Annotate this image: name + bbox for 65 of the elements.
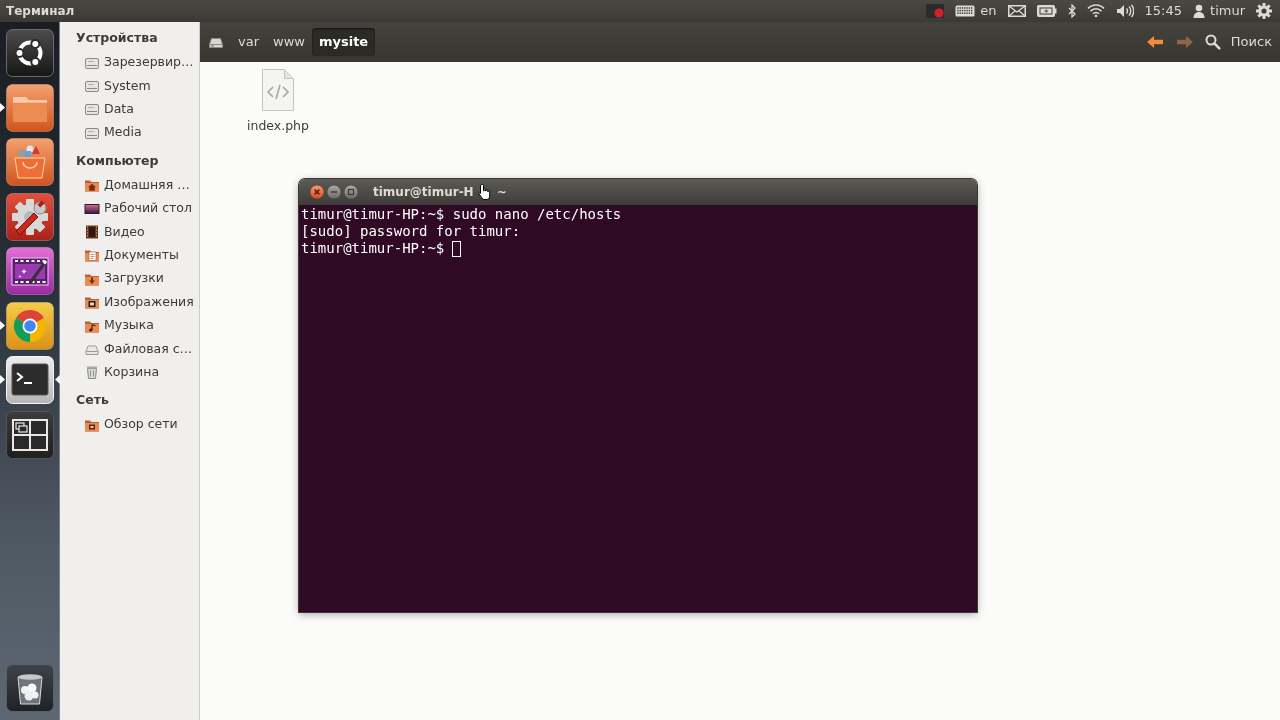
- maximize-icon: [344, 185, 358, 199]
- keyboard-icon: [955, 5, 976, 17]
- sidebar-item[interactable]: Рабочий стол: [60, 196, 199, 221]
- sidebar-item[interactable]: Файловая с…: [60, 337, 199, 361]
- terminal-line: timur@timur-HP:~$: [301, 240, 445, 257]
- sidebar-item[interactable]: Media: [60, 121, 199, 145]
- close-icon: [310, 185, 324, 199]
- minimize-icon: [327, 185, 341, 199]
- terminal-line: timur@timur-HP:~$ sudo nano /etc/hosts: [301, 206, 623, 223]
- terminal-icon[interactable]: [6, 356, 54, 404]
- shopping-bag-icon[interactable]: [6, 138, 54, 186]
- code-file-icon: [261, 68, 295, 112]
- path-button[interactable]: var: [231, 28, 266, 56]
- sidebar-item[interactable]: Обзор сети: [60, 413, 199, 437]
- sidebar-item[interactable]: Зарезервир…: [60, 51, 199, 75]
- gear-icon: [1256, 3, 1272, 19]
- folder-icon[interactable]: [6, 83, 54, 132]
- trash-icon: [84, 364, 100, 381]
- mail-icon: [1007, 5, 1026, 17]
- app-title: Терминал: [6, 3, 75, 20]
- sidebar-item[interactable]: Документы: [60, 243, 199, 268]
- window-title: ~: [496, 184, 507, 201]
- section-heading: Устройства: [75, 29, 159, 47]
- minimize-button[interactable]: [327, 185, 341, 199]
- maximize-button[interactable]: [344, 185, 358, 199]
- user-menu[interactable]: timur: [1193, 3, 1245, 19]
- file-item[interactable]: index.php: [244, 68, 312, 138]
- terminal-line: [sudo] password for timur:: [301, 223, 522, 240]
- bluetooth-icon: [1067, 4, 1076, 18]
- clock[interactable]: 15:45: [1144, 3, 1183, 19]
- drive-icon: [208, 35, 224, 49]
- close-button[interactable]: [310, 185, 324, 199]
- volume-icon: [1115, 4, 1134, 18]
- wrench-gear-icon[interactable]: [6, 192, 54, 241]
- block-cursor-icon: [452, 241, 462, 257]
- workspace-grid-icon[interactable]: [6, 410, 54, 459]
- forward-arrow-icon: [1175, 35, 1194, 49]
- drive-icon: [84, 101, 100, 118]
- round-logo-icon[interactable]: [6, 301, 54, 350]
- sidebar-item[interactable]: System: [60, 74, 199, 98]
- battery-icon: [1036, 5, 1057, 17]
- window-title: timur@timur-H: [373, 184, 474, 201]
- section-heading: Сеть: [75, 391, 110, 410]
- drive-icon: [84, 78, 100, 95]
- sidebar-item[interactable]: Data: [60, 97, 199, 122]
- sidebar-item[interactable]: Изображения: [60, 290, 199, 314]
- search-icon: [1204, 34, 1221, 50]
- sidebar-item[interactable]: Видео: [60, 220, 199, 244]
- film-wand-icon[interactable]: [6, 247, 54, 295]
- section-heading: Компьютер: [75, 151, 160, 170]
- film-icon: [84, 224, 100, 241]
- hand-pointer-icon: [476, 183, 492, 201]
- keyboard-indicator[interactable]: en: [955, 3, 997, 19]
- user-icon: [1193, 4, 1206, 18]
- sidebar-item[interactable]: Домашняя …: [60, 173, 199, 197]
- sidebar-item[interactable]: Музыка: [60, 313, 199, 338]
- sidebar-item[interactable]: Загрузки: [60, 267, 199, 291]
- circle-logo-icon[interactable]: [6, 29, 54, 77]
- path-button[interactable]: mysite: [311, 28, 376, 56]
- path-button[interactable]: www: [266, 28, 312, 56]
- sidebar-item[interactable]: Корзина: [60, 360, 199, 385]
- back-arrow-icon: [1145, 35, 1164, 49]
- trash-icon[interactable]: [6, 664, 54, 712]
- wifi-icon: [1086, 4, 1105, 18]
- search-button[interactable]: Поиск: [1204, 30, 1272, 54]
